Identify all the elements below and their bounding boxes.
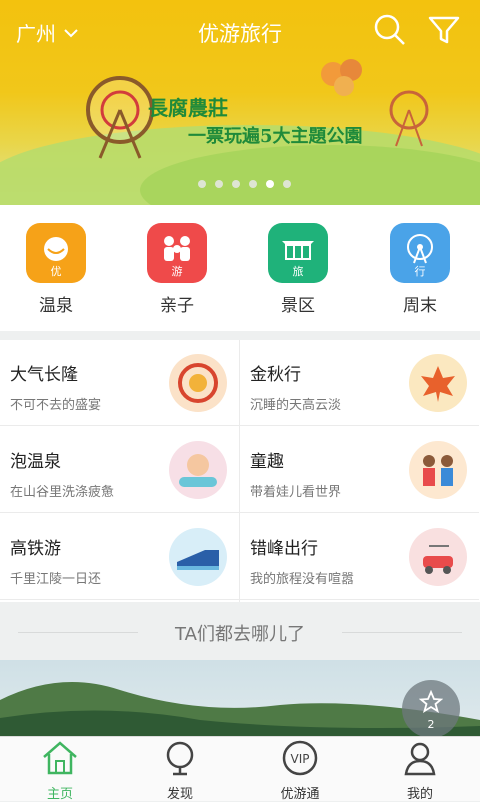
favorite-button[interactable]: 2 bbox=[402, 680, 460, 738]
scenic-icon: 旅 bbox=[268, 223, 328, 283]
nav-label: 发现 bbox=[166, 787, 193, 802]
family-icon: 游 bbox=[147, 223, 207, 283]
maple-leaf-icon bbox=[409, 354, 467, 412]
search-button[interactable] bbox=[372, 12, 408, 48]
category-tag: 优 bbox=[50, 265, 62, 278]
theme-title: 大气长隆 bbox=[10, 365, 78, 385]
category-family[interactable]: 游 亲子 bbox=[127, 223, 227, 316]
pagination-dot[interactable] bbox=[266, 180, 274, 188]
category-label: 亲子 bbox=[160, 296, 194, 316]
nav-label: 我的 bbox=[406, 787, 433, 802]
theme-card-highspeed-rail[interactable]: 高铁游 千里江陵一日还 bbox=[0, 514, 239, 600]
top-bar: 广州 优游旅行 bbox=[0, 0, 480, 64]
section-title: TA们都去哪儿了 bbox=[175, 624, 305, 645]
search-icon bbox=[374, 14, 405, 45]
vip-icon: VIP bbox=[282, 740, 318, 776]
category-label: 周末 bbox=[403, 296, 437, 316]
balloons-illustration bbox=[321, 59, 362, 96]
banner-headline: 長腐農莊 bbox=[148, 96, 228, 120]
hotspring-icon: 优 bbox=[26, 223, 86, 283]
section-header: TA们都去哪儿了 bbox=[0, 604, 480, 660]
profile-icon bbox=[404, 742, 436, 776]
category-hotspring[interactable]: 优 温泉 bbox=[6, 223, 106, 316]
banner-subheadline: 一票玩遍5大主題公園 bbox=[188, 126, 363, 147]
nav-vip[interactable]: VIP 优游通 bbox=[240, 739, 360, 802]
theme-title: 高铁游 bbox=[10, 539, 61, 559]
train-icon bbox=[169, 528, 227, 586]
category-label: 温泉 bbox=[39, 296, 73, 316]
family-illustration-icon bbox=[409, 441, 467, 499]
pagination-dot[interactable] bbox=[215, 180, 223, 188]
theme-subtitle: 带着娃儿看世界 bbox=[250, 485, 342, 500]
category-bar: 优 温泉 游 亲子 旅 景区 行 周末 bbox=[0, 205, 480, 331]
theme-subtitle: 千里江陵一日还 bbox=[10, 572, 102, 587]
theme-card-kids[interactable]: 童趣 带着娃儿看世界 bbox=[240, 427, 479, 513]
filter-icon bbox=[428, 16, 460, 44]
category-tag: 旅 bbox=[292, 265, 304, 278]
theme-grid: 大气长隆 不可不去的盛宴 金秋行 沉睡的天高云淡 泡温泉 在山谷里洗涤疲惫 童趣… bbox=[0, 340, 480, 602]
pagination-dot[interactable] bbox=[198, 180, 206, 188]
pagination-dot[interactable] bbox=[249, 180, 257, 188]
category-tag: 行 bbox=[414, 265, 426, 278]
page-title: 优游旅行 bbox=[198, 22, 282, 46]
theme-subtitle: 在山谷里洗涤疲惫 bbox=[10, 485, 115, 500]
weekend-icon: 行 bbox=[390, 223, 450, 283]
home-icon bbox=[43, 741, 77, 775]
theme-title: 金秋行 bbox=[250, 365, 301, 385]
car-icon bbox=[409, 528, 467, 586]
pagination-dot[interactable] bbox=[283, 180, 291, 188]
rollercoaster-icon bbox=[169, 354, 227, 412]
banner-pagination bbox=[198, 180, 291, 188]
category-weekend[interactable]: 行 周末 bbox=[370, 223, 470, 316]
ferris-wheel-small-illustration bbox=[389, 90, 429, 147]
theme-subtitle: 沉睡的天高云淡 bbox=[250, 398, 342, 413]
theme-title: 泡温泉 bbox=[10, 452, 61, 472]
star-icon bbox=[419, 690, 443, 713]
nav-label: 主页 bbox=[46, 787, 73, 802]
theme-subtitle: 不可不去的盛宴 bbox=[10, 398, 102, 413]
theme-title: 错峰出行 bbox=[250, 539, 318, 559]
category-tag: 游 bbox=[171, 265, 183, 278]
bathing-person-icon bbox=[169, 441, 227, 499]
filter-button[interactable] bbox=[426, 12, 462, 48]
favorite-count: 2 bbox=[427, 718, 435, 731]
nav-discover[interactable]: 发现 bbox=[120, 739, 240, 802]
nav-profile[interactable]: 我的 bbox=[360, 739, 480, 802]
theme-title: 童趣 bbox=[250, 452, 284, 472]
svg-text:VIP: VIP bbox=[291, 752, 310, 766]
theme-card-autumn[interactable]: 金秋行 沉睡的天高云淡 bbox=[240, 340, 479, 426]
bottom-nav: 主页 发现 VIP 优游通 我的 bbox=[0, 736, 480, 802]
pagination-dot[interactable] bbox=[232, 180, 240, 188]
discover-icon bbox=[166, 741, 194, 776]
promo-banner[interactable]: 广州 优游旅行 長腐農莊 一票玩遍5大主題公園 bbox=[0, 0, 480, 205]
category-label: 景区 bbox=[281, 296, 315, 316]
nav-home[interactable]: 主页 bbox=[0, 739, 120, 802]
theme-card-hotspring[interactable]: 泡温泉 在山谷里洗涤疲惫 bbox=[0, 427, 239, 513]
category-scenic[interactable]: 旅 景区 bbox=[248, 223, 348, 316]
nav-label: 优游通 bbox=[280, 787, 320, 802]
theme-subtitle: 我的旅程没有喧嚣 bbox=[250, 572, 355, 587]
theme-card-off-peak[interactable]: 错峰出行 我的旅程没有喧嚣 bbox=[240, 514, 479, 600]
theme-card-chimelong[interactable]: 大气长隆 不可不去的盛宴 bbox=[0, 340, 239, 426]
